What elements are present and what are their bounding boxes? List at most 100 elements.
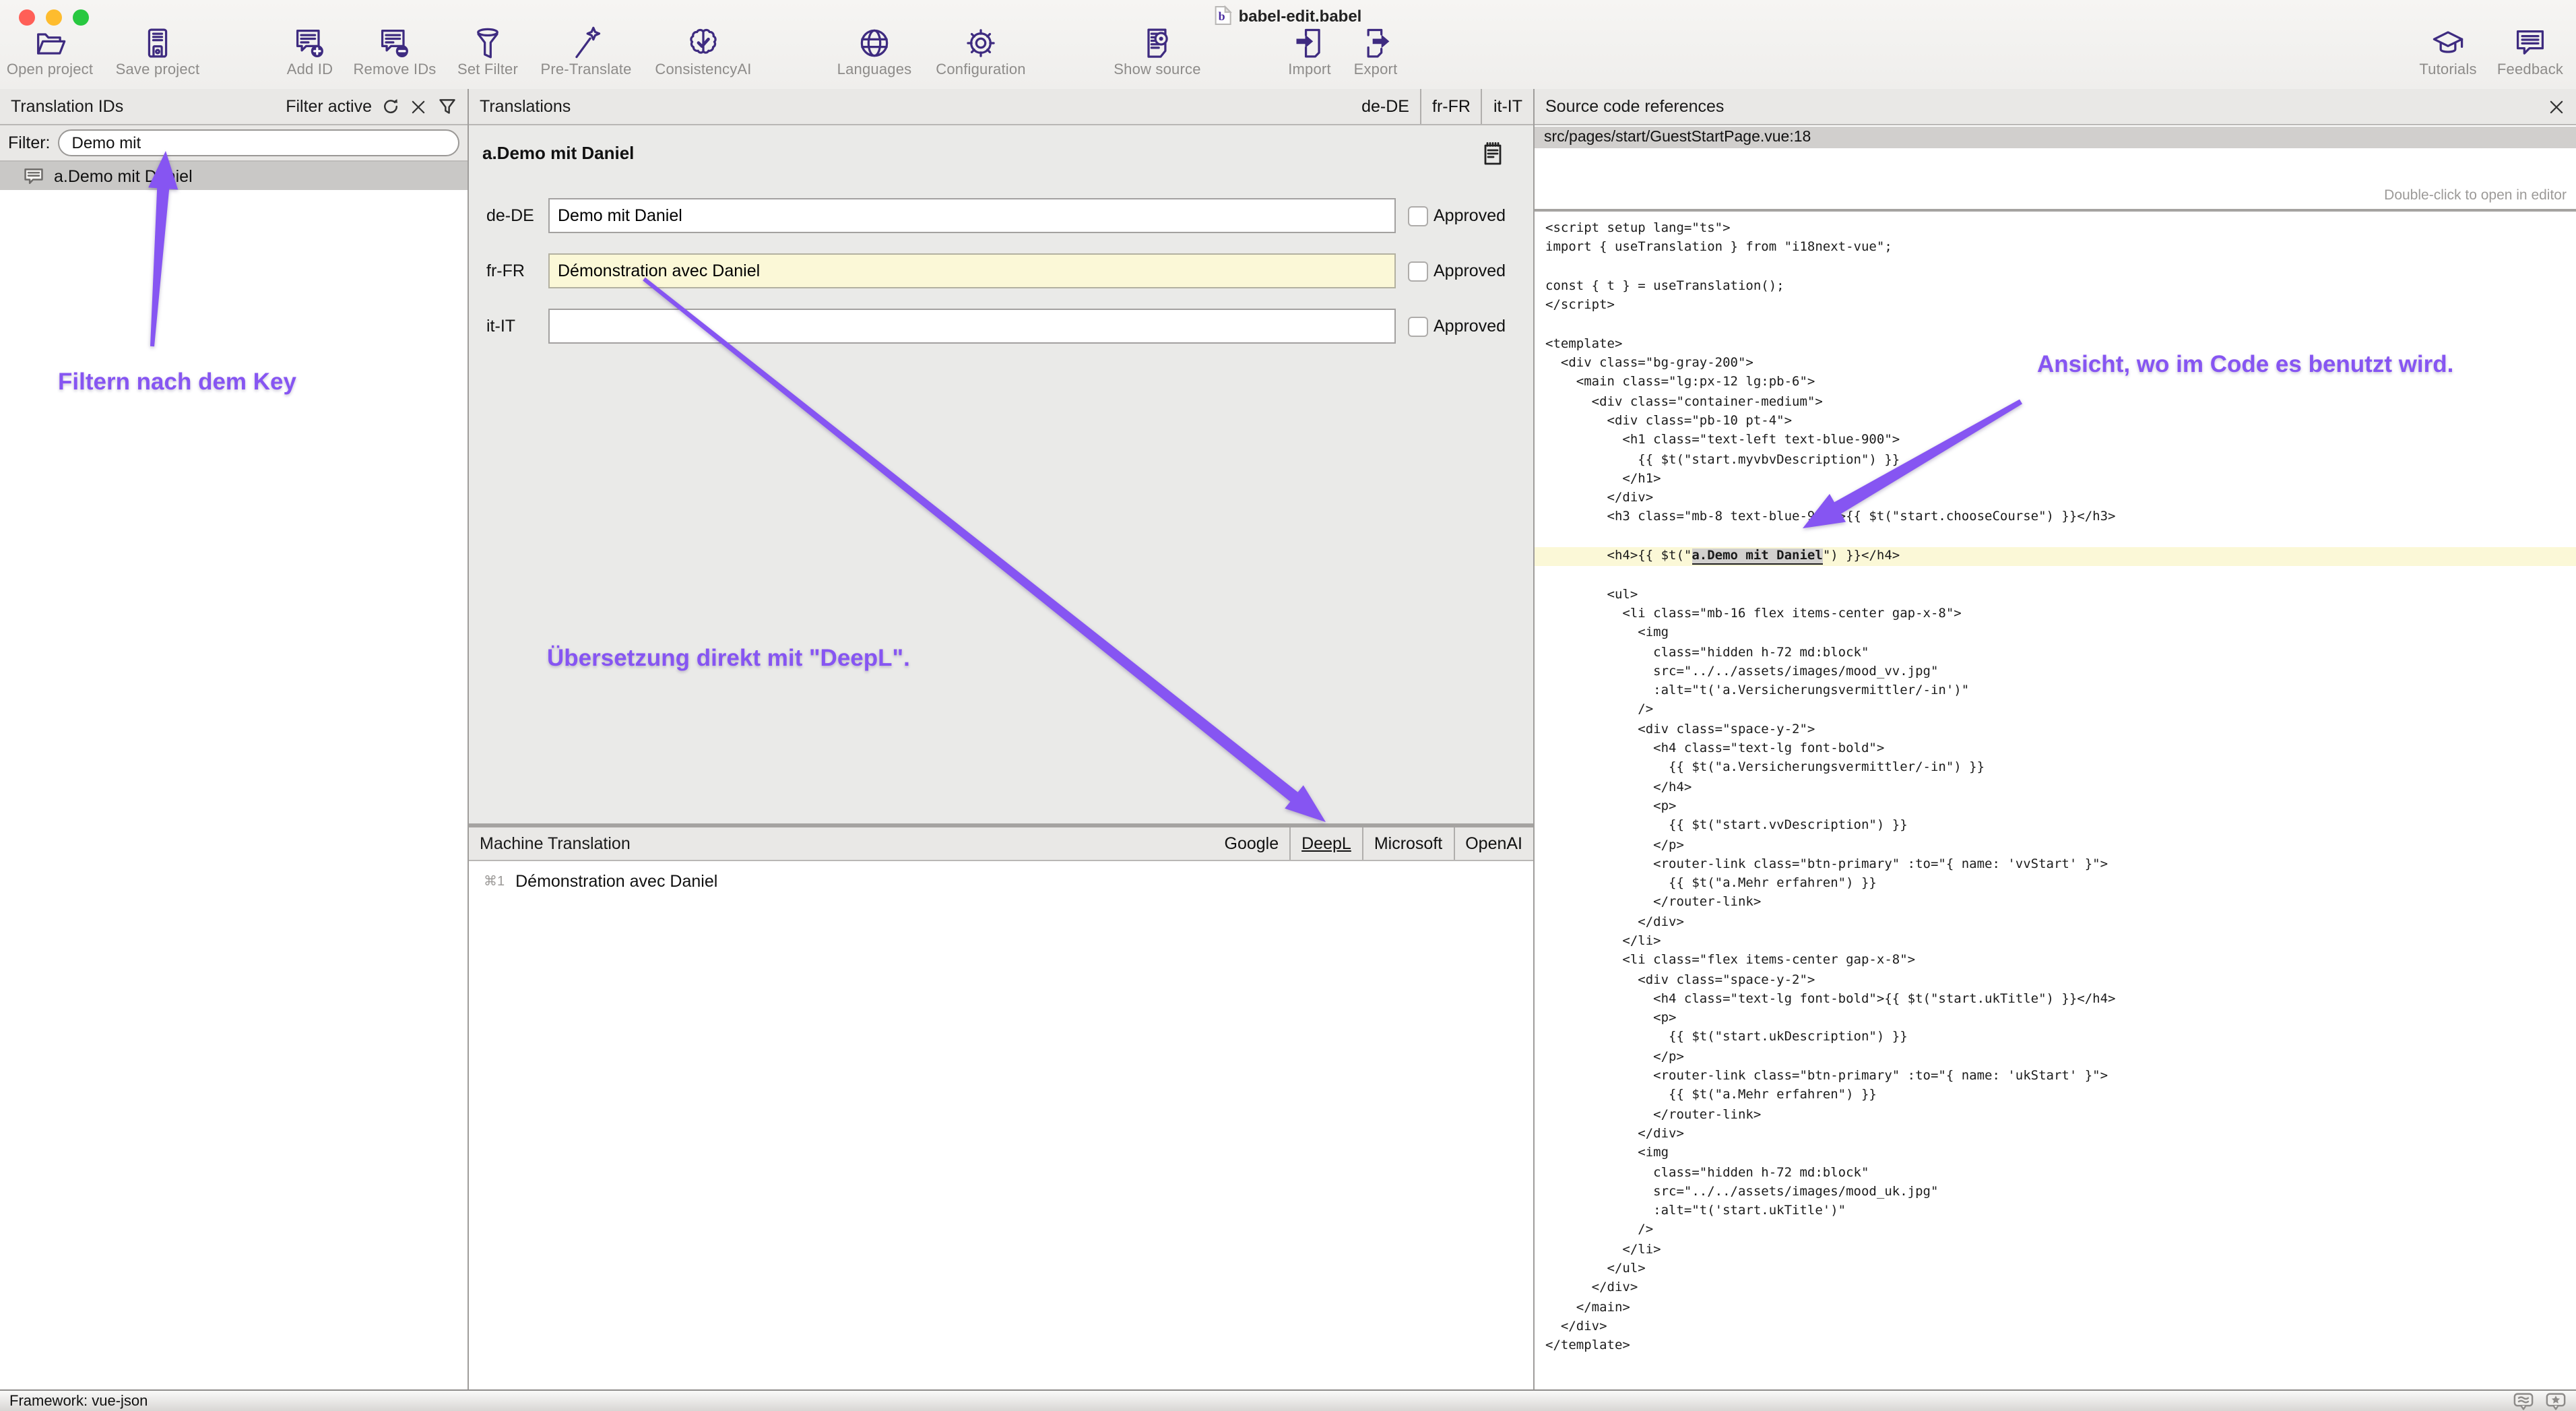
language-tabs: de-DE fr-FR it-IT: [1351, 89, 1533, 124]
brain-check-icon: [686, 26, 721, 61]
refresh-icon[interactable]: [381, 97, 400, 116]
feedback-button[interactable]: Feedback: [2460, 26, 2576, 78]
code-line: <p>: [1545, 798, 2576, 817]
machine-translation-text: Démonstration avec Daniel: [515, 872, 717, 891]
zoom-window-button[interactable]: [73, 9, 89, 26]
code-line: [1545, 528, 2576, 548]
comment-bubble-icon: [23, 166, 44, 185]
configuration-button[interactable]: Configuration: [911, 26, 1051, 78]
approved-checkbox-fr-FR[interactable]: [1408, 261, 1428, 282]
translation-input-fr-FR[interactable]: [548, 253, 1396, 288]
consistency-ai-button[interactable]: ConsistencyAI: [633, 26, 773, 78]
translation-editor-area: a.Demo mit Daniel de-DE Approved fr-FR A…: [469, 125, 1533, 823]
tab-openai[interactable]: OpenAI: [1453, 827, 1533, 860]
translation-input-it-IT[interactable]: [548, 309, 1396, 344]
notes-icon[interactable]: [1482, 142, 1504, 166]
code-line: {{ $t("a.Mehr erfahren") }}: [1545, 1087, 2576, 1106]
annotation-deepl-note: Übersetzung direkt mit "DeepL".: [547, 644, 910, 672]
tab-it-IT[interactable]: it-IT: [1481, 89, 1533, 124]
approved-label: Approved: [1434, 317, 1506, 336]
waves-bubble-status-icon[interactable]: [2513, 1391, 2534, 1410]
code-line: :alt="t('a.Versicherungsvermittler/-in')…: [1545, 682, 2576, 701]
code-line: </router-link>: [1545, 894, 2576, 914]
globe-icon: [857, 26, 892, 61]
panel-title: Translations: [480, 97, 571, 116]
panel-title: Translation IDs: [11, 97, 123, 116]
toolbar-label: Export: [1306, 62, 1446, 78]
code-viewer: <script setup lang="ts">import { useTran…: [1535, 212, 2576, 1389]
code-line: <div class="space-y-2">: [1545, 971, 2576, 991]
machine-translation-result-row[interactable]: ⌘1 Démonstration avec Daniel: [469, 861, 1533, 891]
code-line: <div class="container-medium">: [1545, 393, 2576, 412]
code-line: <li class="mb-16 flex items-center gap-x…: [1545, 605, 2576, 625]
approved-checkbox-it-IT[interactable]: [1408, 317, 1428, 337]
window-title: babel-edit.babel: [1239, 6, 1362, 25]
code-line: </h4>: [1545, 778, 2576, 798]
source-references-header: Source code references: [1535, 89, 2576, 125]
translations-panel: Translations de-DE fr-FR it-IT a.Demo mi…: [469, 89, 1535, 1389]
code-line: <h4 class="text-lg font-bold">: [1545, 740, 2576, 759]
minimize-window-button[interactable]: [46, 9, 62, 26]
language-code-label: it-IT: [486, 317, 515, 336]
code-line: <router-link class="btn-primary" :to="{ …: [1545, 856, 2576, 875]
approved-label: Approved: [1434, 206, 1506, 225]
code-line: [1545, 567, 2576, 586]
tab-de-DE[interactable]: de-DE: [1351, 89, 1420, 124]
translation-ids-panel: Translation IDs Filter active Filter: a.…: [0, 89, 469, 1389]
code-line: import { useTranslation } from "i18next-…: [1545, 239, 2576, 259]
toolbar-label: Configuration: [911, 62, 1051, 78]
filter-input[interactable]: [59, 129, 460, 156]
tab-microsoft[interactable]: Microsoft: [1362, 827, 1453, 860]
language-code-label: de-DE: [486, 206, 534, 225]
clear-filter-x-icon[interactable]: [410, 98, 427, 115]
code-line: </ul>: [1545, 1260, 2576, 1280]
translation-row-it-IT: it-IT Approved: [469, 309, 1533, 344]
tab-deepl[interactable]: DeepL: [1289, 827, 1362, 860]
approved-checkbox-de-DE[interactable]: [1408, 206, 1428, 226]
code-line: const { t } = useTranslation();: [1545, 278, 2576, 297]
toolbar-label: Show source: [1087, 62, 1227, 78]
framework-status: Framework: vue-json: [9, 1393, 148, 1409]
close-panel-x-icon[interactable]: [2548, 98, 2565, 115]
toolbar-label: Save project: [88, 62, 228, 78]
code-line: />: [1545, 701, 2576, 721]
panel-title: Machine Translation: [480, 834, 631, 853]
code-line: </p>: [1545, 836, 2576, 856]
code-line: class="hidden h-72 md:block": [1545, 1164, 2576, 1183]
app-window: b babel-edit.babel Open project Save pro…: [0, 0, 2576, 1411]
open-in-editor-hint: Double-click to open in editor: [2384, 187, 2567, 203]
code-line: />: [1545, 1222, 2576, 1241]
translation-row-fr-FR: fr-FR Approved: [469, 253, 1533, 288]
toolbar-label: ConsistencyAI: [633, 62, 773, 78]
save-project-button[interactable]: Save project: [88, 26, 228, 78]
code-line: </div>: [1545, 1280, 2576, 1299]
tab-google[interactable]: Google: [1214, 827, 1290, 860]
code-line: {{ $t("start.myvbvDescription") }}: [1545, 451, 2576, 470]
code-line: src="../../assets/images/mood_uk.jpg": [1545, 1183, 2576, 1203]
tab-fr-FR[interactable]: fr-FR: [1420, 89, 1481, 124]
approved-label: Approved: [1434, 261, 1506, 280]
open-folder-icon: [32, 26, 67, 61]
status-bar: Framework: vue-json: [0, 1389, 2576, 1411]
star-bubble-status-icon[interactable]: [2545, 1391, 2567, 1410]
translation-input-de-DE[interactable]: [548, 198, 1396, 233]
code-line: <div class="pb-10 pt-4">: [1545, 412, 2576, 432]
show-source-button[interactable]: Show source: [1087, 26, 1227, 78]
code-line: [1545, 258, 2576, 278]
document-proxy-icon: b: [1215, 5, 1232, 26]
panel-title: Source code references: [1545, 97, 1724, 116]
code-line: {{ $t("start.ukDescription") }}: [1545, 1029, 2576, 1048]
translations-header: Translations de-DE fr-FR it-IT: [469, 89, 1533, 125]
close-window-button[interactable]: [19, 9, 35, 26]
entry-title: a.Demo mit Daniel: [482, 143, 634, 163]
highlighted-translation-id-token: a.Demo mit Daniel: [1692, 548, 1822, 565]
filter-funnel-small-icon[interactable]: [438, 97, 457, 116]
export-button[interactable]: Export: [1306, 26, 1446, 78]
code-line: <li class="flex items-center gap-x-8">: [1545, 952, 2576, 972]
source-reference-row[interactable]: src/pages/start/GuestStartPage.vue:18: [1535, 127, 2576, 148]
translation-id-list-item[interactable]: a.Demo mit Daniel: [0, 162, 468, 190]
svg-text:b: b: [1219, 9, 1225, 23]
machine-translation-header: Machine Translation Google DeepL Microso…: [469, 827, 1533, 861]
code-line: <script setup lang="ts">: [1545, 220, 2576, 239]
code-line: </router-link>: [1545, 1106, 2576, 1125]
